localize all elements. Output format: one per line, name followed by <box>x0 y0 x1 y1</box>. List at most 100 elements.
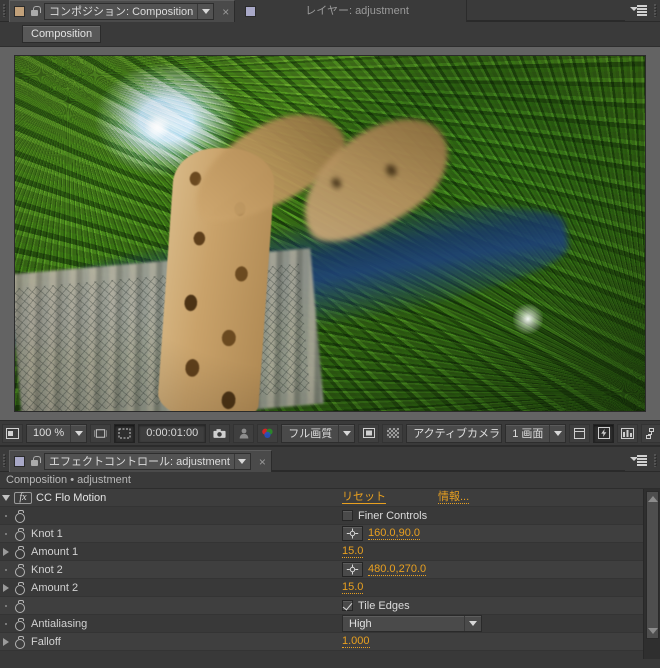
param-left-amount-1: Amount 1 <box>0 543 338 561</box>
composition-toolbar: 100 % 0:00:01:00 フル画質 アクティブカメラ 1 画面 <box>0 420 660 446</box>
effect-controls-scrollbar[interactable] <box>643 489 660 659</box>
effect-twirl-toggle[interactable] <box>0 494 12 501</box>
stopwatch-icon <box>14 599 25 613</box>
twirl-placeholder <box>0 514 12 517</box>
tab-effect-controls-titlebox[interactable]: エフェクトコントロール: adjustment <box>44 453 251 470</box>
amount-2-value[interactable]: 15.0 <box>342 581 364 594</box>
tab-layer-titlebox[interactable]: レイヤー: adjustment <box>298 3 409 20</box>
effect-panel-gripper-right[interactable] <box>651 450 660 471</box>
param-row-amount-1[interactable]: Amount 1 15.0 <box>0 543 660 561</box>
resolution-region-button[interactable] <box>90 423 112 443</box>
resolution-dropdown[interactable]: フル画質 <box>281 423 356 443</box>
stopwatch-toggle[interactable] <box>12 581 27 595</box>
tab-layer[interactable]: レイヤー: adjustment <box>235 0 468 22</box>
amount-1-value[interactable]: 15.0 <box>342 545 364 558</box>
tabbar-empty-space <box>467 0 625 21</box>
after-effects-window: コンポジション: Composition × レイヤー: adjustment … <box>0 0 660 668</box>
triangle-right-icon <box>3 547 9 556</box>
twirl-placeholder <box>0 622 12 625</box>
take-snapshot-button[interactable] <box>209 423 231 443</box>
pixel-aspect-correction-button[interactable] <box>569 423 591 443</box>
tab-composition[interactable]: コンポジション: Composition × <box>9 0 236 22</box>
always-preview-this-view-button[interactable] <box>2 423 23 443</box>
fx-icon[interactable]: fx <box>14 491 32 504</box>
tab-effect-controls-swatch <box>14 456 25 467</box>
vignette-overlay <box>15 56 645 411</box>
region-of-interest-button[interactable] <box>114 423 136 443</box>
knot-1-point-picker-button[interactable] <box>342 526 363 541</box>
antialiasing-caret[interactable] <box>464 616 481 631</box>
resolution-caret[interactable] <box>338 424 354 442</box>
effect-reset-link[interactable]: リセット <box>342 491 386 504</box>
tab-effect-controls-close-icon[interactable]: × <box>259 456 266 468</box>
antialiasing-value: High <box>349 617 372 630</box>
param-row-knot-1[interactable]: Knot 1 160.0,90.0 <box>0 525 660 543</box>
camera-view-dropdown[interactable]: アクティブカメラ <box>406 423 515 443</box>
param-left-amount-2: Amount 2 <box>0 579 338 597</box>
stopwatch-toggle[interactable] <box>12 617 27 631</box>
param-right-amount-2: 15.0 <box>338 579 660 597</box>
current-time-field[interactable]: 0:00:01:00 <box>138 423 207 443</box>
view-layout-caret[interactable] <box>549 424 565 442</box>
magnification-dropdown[interactable]: 100 % <box>26 423 88 443</box>
tab-effect-controls-menu-button[interactable] <box>233 454 250 469</box>
composition-breadcrumb-button[interactable]: Composition <box>22 25 102 43</box>
param-row-empty <box>0 651 660 668</box>
tile-edges-checkbox[interactable] <box>342 600 353 611</box>
param-row-finer-controls[interactable]: Finer Controls <box>0 507 660 525</box>
chevron-down-icon <box>469 621 477 626</box>
tab-effect-controls[interactable]: エフェクトコントロール: adjustment × <box>9 450 272 472</box>
effect-header-row[interactable]: fx CC Flo Motion リセット 情報... <box>0 489 660 507</box>
effect-panel-gripper[interactable] <box>0 450 9 471</box>
stopwatch-toggle[interactable] <box>12 509 27 523</box>
fast-previews-button[interactable] <box>593 423 615 443</box>
antialiasing-dropdown[interactable]: High <box>342 615 482 632</box>
composition-canvas[interactable] <box>14 55 646 412</box>
comp-flowchart-button[interactable] <box>641 423 660 443</box>
knot-1-value[interactable]: 160.0,90.0 <box>368 527 420 540</box>
stopwatch-toggle[interactable] <box>12 563 27 577</box>
view-layout-dropdown[interactable]: 1 画面 <box>505 423 567 443</box>
falloff-twirl-toggle[interactable] <box>0 637 12 646</box>
timeline-button[interactable] <box>617 423 639 443</box>
effect-controls-scroll-thumb[interactable] <box>646 491 659 639</box>
knot-2-point-picker-button[interactable] <box>342 562 363 577</box>
scroll-down-arrow-icon[interactable] <box>647 628 658 634</box>
composition-panel-menu-button[interactable] <box>625 0 651 21</box>
lock-icon[interactable] <box>29 5 41 18</box>
finer-controls-checkbox[interactable] <box>342 510 353 521</box>
stopwatch-toggle[interactable] <box>12 599 27 613</box>
stopwatch-icon <box>14 617 25 631</box>
param-row-tile-edges[interactable]: Tile Edges <box>0 597 660 615</box>
panel-gripper-right[interactable] <box>651 0 660 21</box>
param-row-antialiasing[interactable]: Antialiasing High <box>0 615 660 633</box>
knot-2-value[interactable]: 480.0,270.0 <box>368 563 427 576</box>
toggle-transparency-grid-button[interactable] <box>382 423 404 443</box>
param-row-falloff[interactable]: Falloff 1.000 <box>0 633 660 651</box>
scroll-up-arrow-icon[interactable] <box>647 496 658 502</box>
amount-2-twirl-toggle[interactable] <box>0 583 12 592</box>
panel-gripper[interactable] <box>0 0 9 21</box>
param-row-amount-2[interactable]: Amount 2 15.0 <box>0 579 660 597</box>
amount-1-twirl-toggle[interactable] <box>0 547 12 556</box>
show-snapshot-button[interactable] <box>233 423 255 443</box>
param-right-antialiasing: High <box>338 615 660 633</box>
effect-controls-panel-menu-button[interactable] <box>625 450 651 471</box>
tab-composition-titlebox[interactable]: コンポジション: Composition <box>44 3 215 20</box>
region-of-interest-toggle[interactable] <box>358 423 380 443</box>
tab-composition-menu-button[interactable] <box>197 4 214 19</box>
show-channel-button[interactable] <box>257 423 279 443</box>
param-left-antialiasing: Antialiasing <box>0 615 338 633</box>
tab-composition-close-icon[interactable]: × <box>222 6 229 18</box>
effect-about-link[interactable]: 情報... <box>438 491 470 504</box>
lock-icon[interactable] <box>29 455 41 468</box>
composition-viewer[interactable] <box>0 47 660 420</box>
mask-region-icon <box>118 428 131 438</box>
falloff-value[interactable]: 1.000 <box>342 635 370 648</box>
stopwatch-toggle[interactable] <box>12 545 27 559</box>
stopwatch-toggle[interactable] <box>12 635 27 649</box>
param-row-knot-2[interactable]: Knot 2 480.0,270.0 <box>0 561 660 579</box>
chevron-down-icon <box>553 430 562 436</box>
magnification-caret[interactable] <box>70 424 86 442</box>
stopwatch-toggle[interactable] <box>12 527 27 541</box>
